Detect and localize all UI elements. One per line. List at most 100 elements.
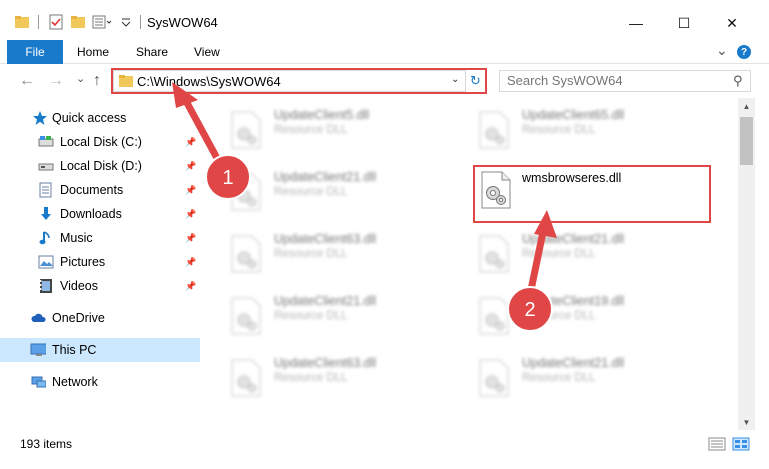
sidebar-item-label: Network	[52, 375, 98, 389]
file-name: UpdateClient65.dll	[522, 108, 625, 122]
details-view-icon[interactable]	[708, 437, 726, 451]
file-type: Resource DLL	[522, 372, 596, 384]
music-icon	[39, 231, 50, 245]
sidebar-item-label: Local Disk (C:)	[60, 135, 142, 149]
properties-icon[interactable]	[48, 14, 64, 30]
folder-icon	[15, 16, 29, 28]
tab-share[interactable]: Share	[136, 45, 168, 59]
list-item[interactable]: UpdateClient21.dll Resource DLL	[220, 286, 460, 342]
address-path[interactable]: C:\Windows\SysWOW64	[137, 74, 281, 89]
sidebar-item-label: OneDrive	[52, 311, 105, 325]
sidebar-item-local-disk-d[interactable]: Local Disk (D:) 📌	[0, 154, 200, 178]
file-type: Resource DLL	[522, 248, 596, 260]
dll-file-icon	[231, 111, 261, 149]
downloads-icon	[41, 207, 51, 220]
help-icon[interactable]: ?	[737, 45, 751, 59]
tab-file[interactable]: File	[7, 40, 63, 64]
file-type: Resource DLL	[274, 124, 348, 136]
list-item[interactable]: UpdateClient21.dll Resource DLL	[220, 162, 460, 218]
sidebar-item-label: Music	[60, 231, 93, 245]
dll-file-icon	[479, 235, 509, 273]
address-dropdown-icon[interactable]: ⌄	[451, 74, 459, 85]
sidebar-item-pictures[interactable]: Pictures 📌	[0, 250, 200, 274]
file-type: Resource DLL	[274, 186, 348, 198]
file-name: UpdateClient21.dll	[274, 170, 377, 184]
tab-home[interactable]: Home	[77, 45, 109, 59]
file-name: UpdateClient21.dll	[522, 232, 625, 246]
back-button[interactable]: ←	[19, 72, 35, 90]
list-item[interactable]: UpdateClient21.dll Resource DLL	[468, 224, 708, 280]
sidebar-item-label: Pictures	[60, 255, 106, 269]
file-name: UpdateClient21.dll	[522, 356, 625, 370]
new-folder-icon[interactable]	[70, 14, 86, 30]
refresh-button[interactable]: ↻	[465, 70, 485, 92]
dll-file-icon	[231, 297, 261, 335]
cloud-icon	[31, 313, 46, 322]
file-type: Resource DLL	[274, 372, 348, 384]
dll-file-icon	[479, 111, 509, 149]
sidebar-item-label: Downloads	[60, 207, 122, 221]
pin-icon: 📌	[185, 184, 197, 195]
search-input[interactable]	[507, 73, 707, 88]
sidebar-item-local-disk-c[interactable]: Local Disk (C:) 📌	[0, 130, 200, 154]
sidebar-item-label: Quick access	[52, 111, 127, 125]
sidebar-item-documents[interactable]: Documents 📌	[0, 178, 200, 202]
sidebar-item-label: Documents	[60, 183, 124, 197]
sidebar-item-onedrive[interactable]: OneDrive	[0, 306, 200, 330]
quick-access-dropdown-icon[interactable]	[120, 14, 132, 30]
list-item[interactable]: UpdateClient63.dll Resource DLL	[220, 224, 460, 280]
dll-file-icon	[231, 173, 261, 211]
sidebar-item-videos[interactable]: Videos 📌	[0, 274, 200, 298]
sidebar-item-label: Local Disk (D:)	[60, 159, 142, 173]
pin-icon: 📌	[185, 136, 197, 147]
ribbon-expand-icon[interactable]: ⌄	[716, 42, 728, 59]
list-item[interactable]: UpdateClient63.dll Resource DLL	[220, 348, 460, 404]
list-item[interactable]: UpdateClient65.dll Resource DLL	[468, 100, 708, 156]
list-item[interactable]: UpdateClient19.dll Resource DLL	[468, 286, 708, 342]
sidebar-item-this-pc[interactable]: This PC	[0, 338, 200, 362]
recent-locations-icon[interactable]: ⌄	[76, 72, 85, 85]
file-name: UpdateClient5.dll	[274, 108, 370, 122]
file-type: Resource DLL	[522, 124, 596, 136]
sidebar-item-network[interactable]: Network	[0, 370, 200, 394]
maximize-button[interactable]: ☐	[661, 10, 707, 36]
navigation-pane: Quick access Local Disk (C:) 📌 Local Dis…	[0, 100, 203, 430]
scroll-down-button[interactable]: ▼	[738, 414, 755, 431]
sidebar-item-quick-access[interactable]: Quick access	[0, 106, 200, 130]
up-button[interactable]: ↑	[93, 72, 101, 90]
computer-icon	[30, 343, 46, 356]
pin-icon: 📌	[185, 280, 197, 291]
dll-file-icon	[479, 297, 509, 335]
pictures-icon	[38, 255, 54, 269]
drive-icon	[38, 163, 54, 171]
customize-toolbar-icon[interactable]	[92, 14, 112, 30]
file-type: Resource DLL	[274, 248, 348, 260]
target-file-highlight	[473, 165, 711, 223]
file-type: Resource DLL	[522, 310, 596, 322]
star-icon	[33, 111, 47, 125]
pin-icon: 📌	[185, 160, 197, 171]
large-icons-view-icon[interactable]	[732, 437, 750, 451]
file-name: UpdateClient19.dll	[522, 294, 625, 308]
folder-icon	[119, 75, 133, 87]
scroll-up-button[interactable]: ▲	[738, 98, 755, 115]
forward-button[interactable]: →	[48, 72, 64, 90]
documents-icon	[39, 182, 52, 198]
item-count: 193 items	[20, 437, 73, 451]
sidebar-item-music[interactable]: Music 📌	[0, 226, 200, 250]
list-item[interactable]: UpdateClient21.dll Resource DLL	[468, 348, 708, 404]
file-name: UpdateClient63.dll	[274, 356, 377, 370]
tab-view[interactable]: View	[194, 45, 220, 59]
sidebar-item-downloads[interactable]: Downloads 📌	[0, 202, 200, 226]
title-bar: SysWOW64 — ☐ ✕	[0, 0, 769, 40]
list-item[interactable]: UpdateClient5.dll Resource DLL	[220, 100, 460, 156]
pin-icon: 📌	[185, 208, 197, 219]
minimize-button[interactable]: —	[613, 10, 659, 36]
file-list: UpdateClient5.dll Resource DLL UpdateCli…	[210, 100, 738, 428]
drive-icon	[38, 136, 54, 147]
scroll-thumb[interactable]	[740, 117, 753, 165]
close-button[interactable]: ✕	[709, 10, 755, 36]
network-icon	[31, 376, 46, 388]
divider	[140, 15, 141, 29]
videos-icon	[40, 279, 52, 293]
